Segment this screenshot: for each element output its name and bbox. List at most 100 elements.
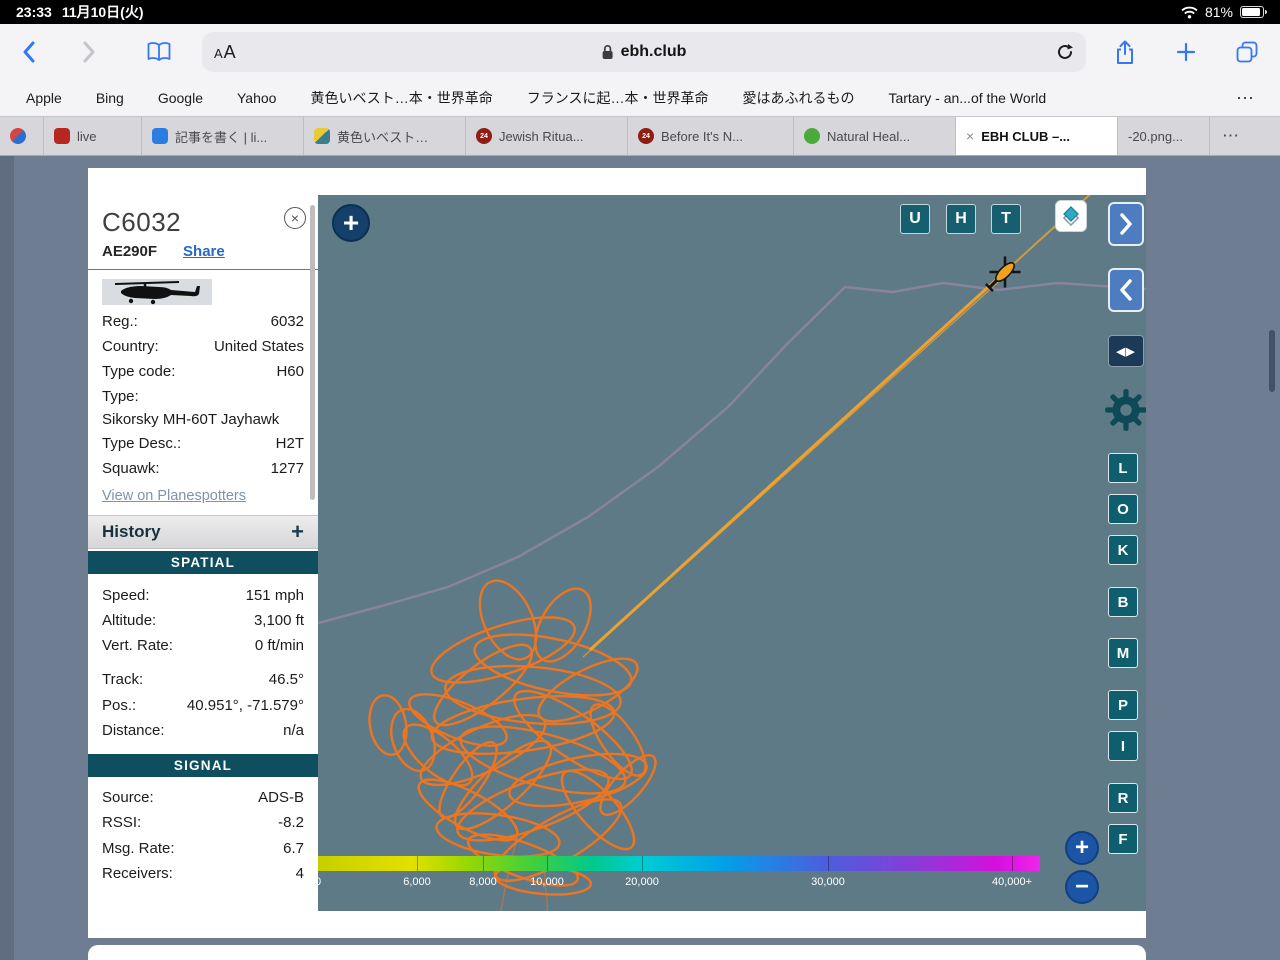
tab-close-icon[interactable]: × <box>966 128 974 144</box>
field-value: 151 mph <box>245 586 304 604</box>
tab-yellow-vest[interactable]: 黄色いベスト… <box>304 117 466 155</box>
favorite-yahoo[interactable]: Yahoo <box>237 90 276 106</box>
field-value: 6.7 <box>283 839 304 857</box>
favorites-more-button[interactable]: ⋯ <box>1236 88 1254 109</box>
field-label: Reg.: <box>102 312 138 330</box>
history-add-button[interactable]: + <box>291 521 304 543</box>
map-button-p[interactable]: P <box>1108 690 1138 720</box>
tab-jewish-ritual[interactable]: 24 Jewish Ritua... <box>466 117 628 155</box>
scale-label-20000: 20,000 <box>625 876 659 888</box>
flight-trails <box>318 195 1146 911</box>
zoom-in-button[interactable]: + <box>1065 831 1099 865</box>
layers-button[interactable] <box>1055 200 1087 232</box>
scale-label-6000: 6,000 <box>403 876 431 888</box>
tab-png[interactable]: -20.png... <box>1118 117 1210 155</box>
history-title: History <box>102 522 161 541</box>
spatial-section-header: SPATIAL <box>88 551 318 574</box>
scale-label-40000: 40,000+ <box>991 876 1033 888</box>
pan-arrows-button[interactable]: ◀▶ <box>1108 335 1144 367</box>
reader-aa-button[interactable]: AA <box>214 42 237 63</box>
field-label: Msg. Rate: <box>102 839 175 857</box>
tab-natural-health[interactable]: Natural Heal... <box>794 117 956 155</box>
favorite-google[interactable]: Google <box>158 90 203 106</box>
field-value: 3,100 ft <box>253 611 304 629</box>
page-edge-shade <box>0 156 14 960</box>
spatial-row-track: Track: 46.5° <box>88 668 318 693</box>
settings-gear-button[interactable] <box>1103 387 1146 433</box>
field-value: United States <box>213 337 304 355</box>
bookmarks-icon[interactable] <box>146 41 172 63</box>
tabs-overview-button[interactable] <box>1236 41 1258 63</box>
safari-chrome: AA AA ebh.club <box>0 24 1280 116</box>
helicopter-silhouette-icon <box>114 281 200 305</box>
hex-code: AE290F <box>102 243 158 260</box>
chevron-left-icon <box>1120 279 1132 301</box>
tab-blog-editor[interactable]: 記事を書く | li... <box>142 117 304 155</box>
field-row-typecode: Type code: H60 <box>88 360 318 385</box>
tab-ebh-club-active[interactable]: × EBH CLUB –... <box>956 117 1118 155</box>
wifi-icon <box>1181 6 1198 19</box>
map-button-k[interactable]: K <box>1108 535 1138 565</box>
map-add-button[interactable]: + <box>332 204 370 242</box>
layers-icon <box>1062 206 1080 226</box>
back-button[interactable] <box>22 40 36 64</box>
field-value: 46.5° <box>268 671 304 689</box>
map-button-f[interactable]: F <box>1108 824 1138 854</box>
planespotters-link[interactable]: View on Planespotters <box>102 488 246 504</box>
panel-close-button[interactable]: × <box>284 207 306 229</box>
map-view[interactable]: + U H T ◀▶ L O K B M P I R F + − 6,000 8… <box>318 195 1146 911</box>
map-button-r[interactable]: R <box>1108 783 1138 813</box>
map-button-u[interactable]: U <box>900 204 930 234</box>
chevron-right-icon <box>1120 213 1132 235</box>
field-label: Vert. Rate: <box>102 637 173 654</box>
map-button-l[interactable]: L <box>1108 453 1138 483</box>
helicopter-marker[interactable] <box>982 256 1022 296</box>
zoom-out-button[interactable]: − <box>1065 870 1099 904</box>
share-button[interactable] <box>1114 39 1136 66</box>
field-label: Speed: <box>102 586 150 604</box>
field-label: Track: <box>102 671 144 689</box>
flight-tracker-widget: C6032 × AE290F Share Reg.: 6032 Country:… <box>88 195 1146 911</box>
favorite-apple[interactable]: Apple <box>26 90 62 106</box>
favorite-tartary[interactable]: Tartary - an...of the World <box>888 90 1046 106</box>
window-scrollbar[interactable] <box>1269 330 1275 392</box>
web-page: C6032 × AE290F Share Reg.: 6032 Country:… <box>0 156 1280 960</box>
signal-row-msgrate: Msg. Rate: 6.7 <box>88 836 318 861</box>
map-button-i[interactable]: I <box>1108 731 1138 761</box>
aircraft-info-panel: C6032 × AE290F Share Reg.: 6032 Country:… <box>88 195 318 911</box>
spatial-row-pos: Pos.: 40.951°, -71.579° <box>88 693 318 718</box>
map-button-o[interactable]: O <box>1108 494 1138 524</box>
panel-scrollbar[interactable] <box>310 205 315 500</box>
tab-favicon <box>54 128 70 144</box>
sidebar-expand-button[interactable] <box>1108 202 1144 246</box>
field-value-type: Sikorsky MH-60T Jayhawk <box>102 411 280 428</box>
forward-button[interactable] <box>82 40 96 64</box>
spatial-row-vertrate: Vert. Rate: 0 ft/min <box>88 634 318 659</box>
favorite-bing[interactable]: Bing <box>96 90 124 106</box>
favorite-yellow-vest[interactable]: 黄色いベスト…本・世界革命 <box>310 88 492 108</box>
tab-before-its-news[interactable]: 24 Before It's N... <box>628 117 794 155</box>
tab-partial[interactable] <box>0 117 44 155</box>
signal-row-receivers: Receivers: 4 <box>88 861 318 886</box>
favorite-love[interactable]: 愛はあふれるもの <box>742 88 854 108</box>
field-label: Country: <box>102 337 159 355</box>
map-button-t[interactable]: T <box>991 204 1021 234</box>
map-button-b[interactable]: B <box>1108 587 1138 617</box>
reload-button[interactable] <box>1056 43 1074 61</box>
favorites-bar: Apple Bing Google Yahoo 黄色いベスト…本・世界革命 フラ… <box>0 80 1280 116</box>
sidebar-collapse-button[interactable] <box>1108 268 1144 312</box>
next-content-card <box>88 945 1146 960</box>
new-tab-button[interactable] <box>1176 42 1196 62</box>
tab-live[interactable]: live <box>44 117 142 155</box>
map-button-h[interactable]: H <box>946 204 976 234</box>
field-label: Distance: <box>102 721 165 739</box>
field-value: 1277 <box>270 460 304 478</box>
spatial-row-altitude: Altitude: 3,100 ft <box>88 608 318 633</box>
address-bar[interactable]: AA AA ebh.club <box>202 32 1086 72</box>
tabs-more-button[interactable]: ⋯ <box>1210 117 1280 155</box>
favorite-france[interactable]: フランスに起…本・世界革命 <box>527 88 709 108</box>
tab-bar: live 記事を書く | li... 黄色いベスト… 24 Jewish Rit… <box>0 116 1280 156</box>
gear-icon <box>1105 389 1146 431</box>
share-link[interactable]: Share <box>183 243 225 260</box>
map-button-m[interactable]: M <box>1108 638 1138 668</box>
